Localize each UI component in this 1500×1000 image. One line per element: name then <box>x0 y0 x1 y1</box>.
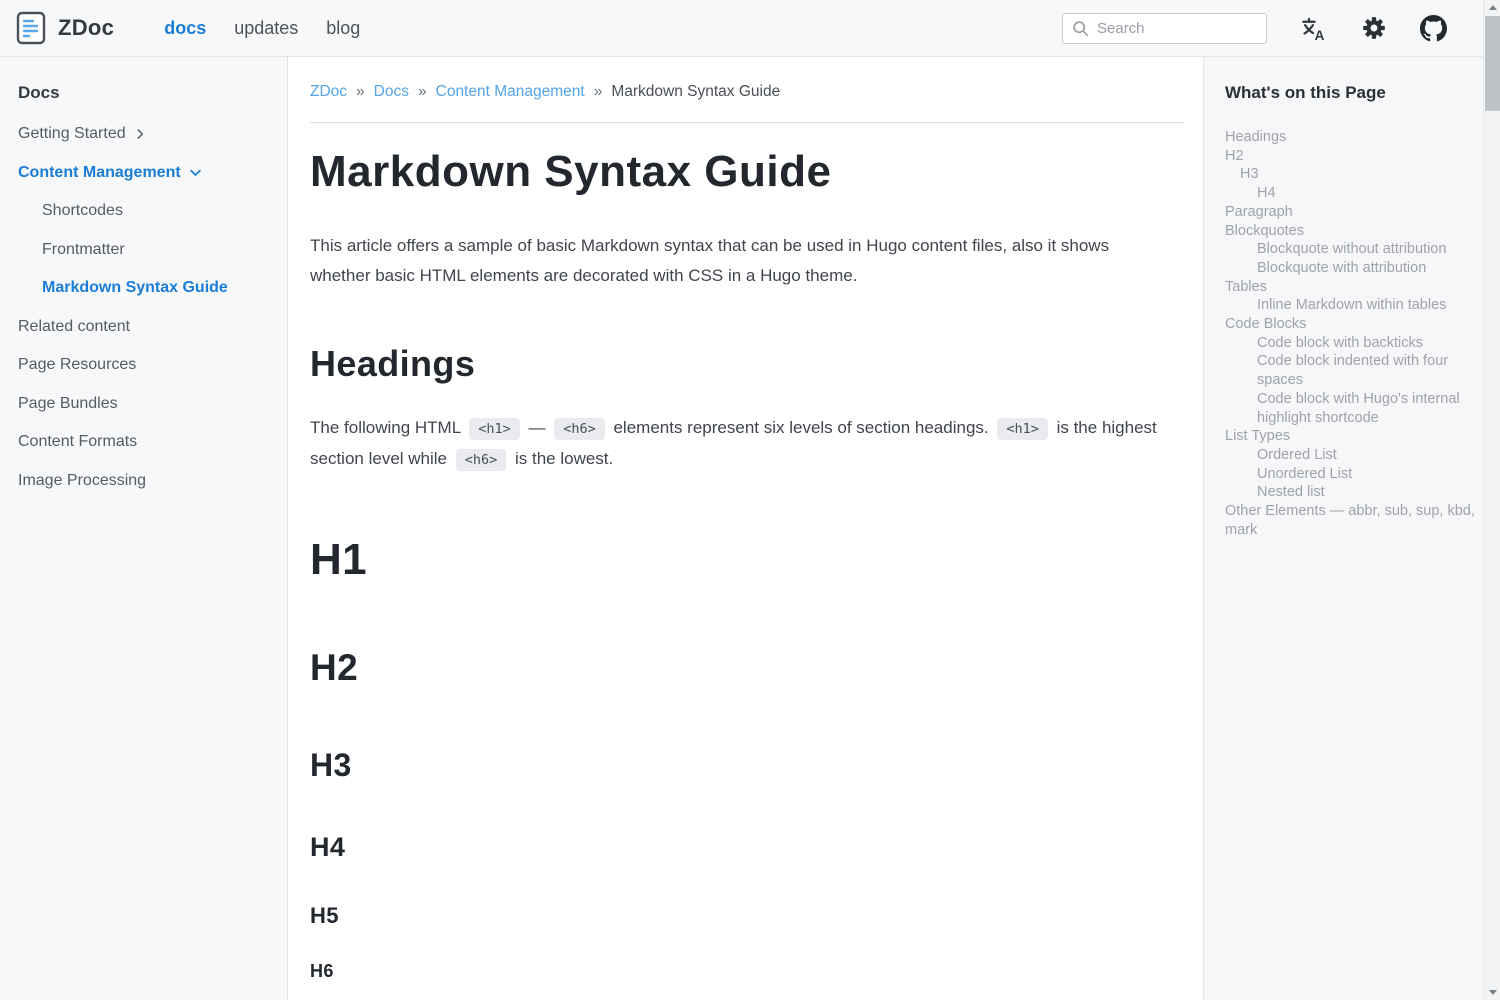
sidebar-item-label: Content Formats <box>18 433 137 451</box>
breadcrumb-link-docs[interactable]: Docs <box>374 83 409 101</box>
sidebar-item-label: Page Resources <box>18 356 136 374</box>
inline-code-chip: <h6> <box>456 449 507 471</box>
toc-item-blockquotes[interactable]: Blockquotes <box>1225 222 1486 241</box>
svg-text:A: A <box>1315 27 1325 41</box>
translate-icon[interactable]: A <box>1300 15 1327 42</box>
nav-link-blog[interactable]: blog <box>326 18 360 39</box>
toc-item-h3[interactable]: H3 <box>1225 165 1486 184</box>
page-title: Markdown Syntax Guide <box>310 147 1185 197</box>
search-icon <box>1072 20 1089 37</box>
heading-sample-h5: H5 <box>310 903 1185 929</box>
toc-title: What's on this Page <box>1225 83 1486 103</box>
toc-item-headings[interactable]: Headings <box>1225 128 1486 147</box>
toc-item-blockquote-with-attribution[interactable]: Blockquote with attribution <box>1225 259 1486 278</box>
sidebar-item-related-content[interactable]: Related content <box>18 308 269 347</box>
inline-code-chip: <h6> <box>554 418 605 440</box>
search-box[interactable] <box>1062 13 1267 44</box>
sidebar-item-markdown-syntax-guide[interactable]: Markdown Syntax Guide <box>18 269 269 308</box>
sidebar-item-label: Related content <box>18 318 130 336</box>
sidebar-item-label: Getting Started <box>18 125 126 143</box>
sidebar-item-label: Shortcodes <box>42 202 123 220</box>
heading-sample-h6: H6 <box>310 961 1185 982</box>
toc-item-blockquote-without-attribution[interactable]: Blockquote without attribution <box>1225 240 1486 259</box>
inline-code-chip: <h1> <box>997 418 1048 440</box>
toc-list: HeadingsH2H3H4ParagraphBlockquotesBlockq… <box>1225 128 1486 539</box>
breadcrumb-separator: » <box>356 83 365 101</box>
intro-paragraph: This article offers a sample of basic Ma… <box>310 231 1170 291</box>
sidebar-nav: Getting Started Content Management Shortco… <box>18 115 269 500</box>
zdoc-logo-icon <box>16 11 46 45</box>
gear-icon[interactable] <box>1360 15 1387 42</box>
toc-item-h4[interactable]: H4 <box>1225 184 1486 203</box>
sidebar-item-content-formats[interactable]: Content Formats <box>18 423 269 462</box>
heading-sample-h4: H4 <box>310 832 1185 863</box>
breadcrumb-separator: » <box>594 83 603 101</box>
sidebar-item-getting-started[interactable]: Getting Started <box>18 115 269 154</box>
heading-sample-h3: H3 <box>310 747 1185 784</box>
headings-paragraph: The following HTML <h1> — <h6> elements … <box>310 413 1170 475</box>
breadcrumb-current: Markdown Syntax Guide <box>611 83 780 101</box>
inline-code-chip: <h1> <box>469 418 520 440</box>
scrollbar-down-arrow[interactable] <box>1484 985 1500 1000</box>
toc-item-code-block-with-backticks[interactable]: Code block with backticks <box>1225 334 1486 353</box>
nav-link-docs[interactable]: docs <box>164 18 206 39</box>
sidebar-item-shortcodes[interactable]: Shortcodes <box>18 192 269 231</box>
paragraph-text: elements represent six levels of section… <box>609 418 994 437</box>
docs-sidebar: Docs Getting Started Content Management Sh… <box>0 57 288 1000</box>
chevron-down-icon <box>188 165 203 180</box>
toc-item-inline-markdown-within-tables[interactable]: Inline Markdown within tables <box>1225 296 1486 315</box>
toc-item-code-blocks[interactable]: Code Blocks <box>1225 315 1486 334</box>
heading-samples: H1 H2 H3 H4 H5 H6 <box>310 535 1185 982</box>
sidebar-title: Docs <box>18 83 269 103</box>
breadcrumb-link-zdoc[interactable]: ZDoc <box>310 83 347 101</box>
toc-item-other-elements-abbr-sub-sup-kbd-mark[interactable]: Other Elements — abbr, sub, sup, kbd, ma… <box>1225 502 1486 539</box>
headings-section-title: Headings <box>310 343 1185 385</box>
sidebar-item-page-bundles[interactable]: Page Bundles <box>18 385 269 424</box>
breadcrumb-divider <box>310 122 1185 123</box>
toc-item-nested-list[interactable]: Nested list <box>1225 483 1486 502</box>
nav-link-updates[interactable]: updates <box>234 18 298 39</box>
sidebar-item-label: Frontmatter <box>42 241 125 259</box>
toc-item-code-block-with-hugo-s-internal-highligh[interactable]: Code block with Hugo's internal highligh… <box>1225 390 1486 427</box>
breadcrumb-separator: » <box>418 83 427 101</box>
sidebar-item-page-resources[interactable]: Page Resources <box>18 346 269 385</box>
sidebar-item-label: Image Processing <box>18 472 146 490</box>
toc-panel: What's on this Page HeadingsH2H3H4Paragr… <box>1203 57 1500 1000</box>
breadcrumb-link-content-management[interactable]: Content Management <box>436 83 585 101</box>
sidebar-item-content-management[interactable]: Content Management <box>18 154 269 193</box>
chevron-right-icon <box>133 127 147 141</box>
main-content: ZDoc » Docs » Content Management » Markdown Sy… <box>288 57 1203 1000</box>
github-icon[interactable] <box>1420 15 1447 42</box>
nav-icons: A <box>1300 15 1447 42</box>
toc-item-unordered-list[interactable]: Unordered List <box>1225 465 1486 484</box>
toc-item-list-types[interactable]: List Types <box>1225 427 1486 446</box>
scrollbar-up-arrow[interactable] <box>1484 0 1500 15</box>
nav-links: docs updates blog <box>164 18 360 39</box>
breadcrumb: ZDoc » Docs » Content Management » Markdown Sy… <box>310 83 1185 101</box>
brand-name: ZDoc <box>58 15 114 41</box>
scrollbar-thumb[interactable] <box>1485 16 1500 111</box>
paragraph-text: is the lowest. <box>510 449 613 468</box>
toc-item-tables[interactable]: Tables <box>1225 278 1486 297</box>
heading-sample-h2: H2 <box>310 647 1185 689</box>
sidebar-item-label: Page Bundles <box>18 395 118 413</box>
page-scrollbar[interactable] <box>1483 0 1500 1000</box>
top-navbar: ZDoc docs updates blog A <box>0 0 1500 57</box>
sidebar-item-label: Markdown Syntax Guide <box>42 279 228 297</box>
sidebar-item-image-processing[interactable]: Image Processing <box>18 462 269 501</box>
sidebar-item-frontmatter[interactable]: Frontmatter <box>18 231 269 270</box>
paragraph-text: The following HTML <box>310 418 465 437</box>
toc-item-h2[interactable]: H2 <box>1225 147 1486 166</box>
toc-item-paragraph[interactable]: Paragraph <box>1225 203 1486 222</box>
toc-item-code-block-indented-with-four-spaces[interactable]: Code block indented with four spaces <box>1225 352 1486 389</box>
search-input[interactable] <box>1097 20 1296 37</box>
brand[interactable]: ZDoc <box>16 11 114 45</box>
sidebar-item-label: Content Management <box>18 164 181 182</box>
toc-item-ordered-list[interactable]: Ordered List <box>1225 446 1486 465</box>
paragraph-text: — <box>524 418 550 437</box>
heading-sample-h1: H1 <box>310 535 1185 585</box>
